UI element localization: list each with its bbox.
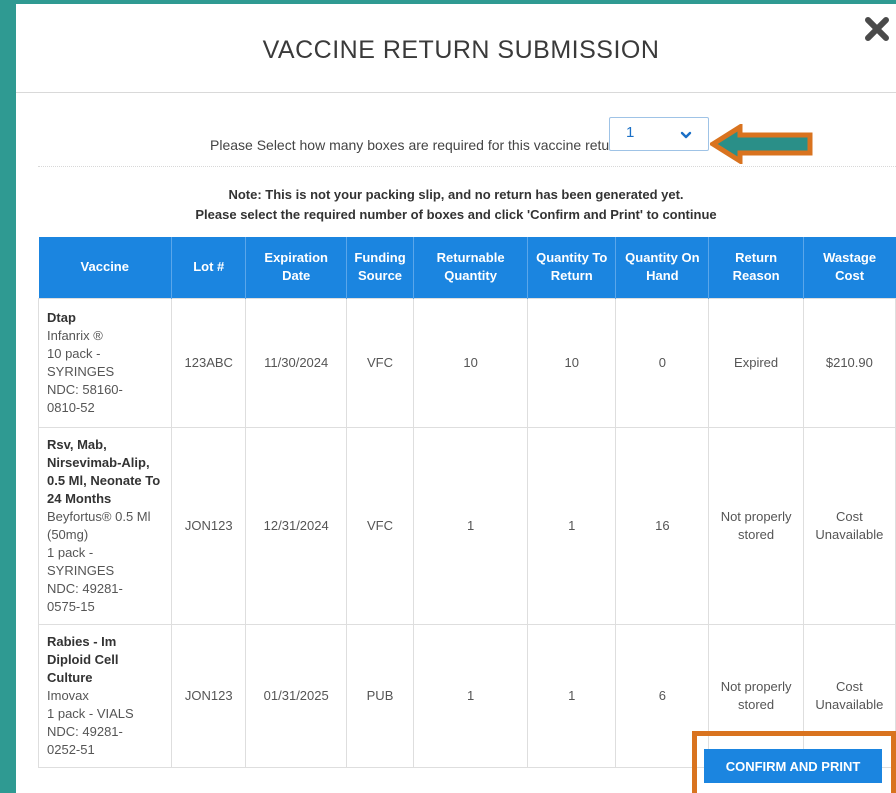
table-row: Dtap Infanrix ® 10 pack - SYRINGES NDC: …	[37, 297, 896, 428]
table-header-row: Vaccine Lot # Expiration Date Funding So…	[38, 237, 896, 298]
vaccine-detail: 0252-51	[47, 741, 95, 757]
vaccine-detail: Imovax	[47, 687, 89, 703]
vaccine-detail: 1 pack - VIALS	[47, 705, 134, 721]
returnable-cell: 1	[413, 426, 529, 625]
funding-cell: VFC	[345, 426, 415, 625]
reason-cell: Not properly stored	[708, 426, 804, 625]
box-count-label: Please Select how many boxes are require…	[210, 137, 626, 153]
box-count-select[interactable]: 1	[609, 117, 709, 151]
lot-cell: JON123	[171, 623, 247, 768]
col-header-funding: Funding Source	[346, 237, 415, 298]
lot-cell: 123ABC	[171, 297, 247, 428]
col-header-qty-return: Quantity To Return	[527, 237, 617, 298]
vaccine-detail: 0810-52	[47, 399, 95, 415]
expiration-cell: 11/30/2024	[245, 297, 347, 428]
confirm-and-print-button[interactable]: CONFIRM AND PRINT	[704, 749, 882, 783]
cost-cell: $210.90	[802, 297, 896, 428]
vaccine-detail: NDC: 58160-	[47, 381, 123, 397]
chevron-down-icon	[680, 127, 692, 145]
reason-cell: Expired	[708, 297, 804, 428]
col-header-reason: Return Reason	[708, 237, 804, 298]
col-header-cost: Wastage Cost	[803, 237, 896, 298]
vaccine-name: Rabies - Im Diploid Cell Culture	[47, 633, 119, 685]
vaccine-detail: Beyfortus® 0.5 Ml	[47, 508, 151, 524]
col-header-qty-hand: Quantity On Hand	[615, 237, 710, 298]
modal-header: VACCINE RETURN SUBMISSION	[16, 4, 896, 93]
note-line-1: Note: This is not your packing slip, and…	[228, 187, 684, 202]
vaccine-name: Rsv, Mab, Nirsevimab-Alip, 0.5 Ml, Neona…	[47, 436, 161, 506]
vaccine-name: Dtap	[47, 309, 76, 325]
returnable-cell: 10	[413, 297, 529, 428]
table-row: Rsv, Mab, Nirsevimab-Alip, 0.5 Ml, Neona…	[37, 426, 896, 625]
returnable-cell: 1	[413, 623, 529, 768]
vaccine-detail: SYRINGES	[47, 363, 115, 379]
vaccine-return-table-wrap: Vaccine Lot # Expiration Date Funding So…	[37, 237, 896, 768]
qty-hand-cell: 0	[615, 297, 710, 428]
funding-cell: PUB	[345, 623, 415, 768]
vaccine-detail: NDC: 49281-	[47, 723, 123, 739]
divider	[38, 166, 896, 167]
vaccine-detail: Infanrix ®	[47, 327, 103, 343]
close-icon[interactable]	[864, 16, 890, 42]
vaccine-return-modal: VACCINE RETURN SUBMISSION Please Select …	[16, 4, 896, 793]
qty-return-cell: 1	[527, 623, 617, 768]
vaccine-detail: 1 pack - SYRINGES	[47, 544, 115, 578]
modal-title: VACCINE RETURN SUBMISSION	[262, 35, 660, 64]
funding-cell: VFC	[345, 297, 415, 428]
vaccine-detail: 10 pack -	[47, 345, 101, 361]
vaccine-cell: Rabies - Im Diploid Cell Culture Imovax …	[37, 623, 173, 768]
packing-slip-note: Note: This is not your packing slip, and…	[16, 185, 896, 225]
vaccine-cell: Rsv, Mab, Nirsevimab-Alip, 0.5 Ml, Neona…	[37, 426, 173, 625]
lot-cell: JON123	[171, 426, 247, 625]
qty-hand-cell: 16	[615, 426, 710, 625]
vaccine-return-table: Vaccine Lot # Expiration Date Funding So…	[37, 237, 896, 768]
vaccine-cell: Dtap Infanrix ® 10 pack - SYRINGES NDC: …	[37, 297, 173, 428]
expiration-cell: 01/31/2025	[245, 623, 347, 768]
vaccine-detail: 0575-15	[47, 598, 95, 614]
arrow-left-icon	[708, 122, 814, 166]
cost-cell: Cost Unavailable	[802, 426, 896, 625]
background-strip	[0, 0, 16, 793]
col-header-expiration: Expiration Date	[245, 237, 347, 298]
vaccine-detail: (50mg)	[47, 526, 89, 542]
qty-return-cell: 10	[527, 297, 617, 428]
vaccine-detail: NDC: 49281-	[47, 580, 123, 596]
note-line-2: Please select the required number of box…	[195, 207, 717, 222]
qty-return-cell: 1	[527, 426, 617, 625]
col-header-lot: Lot #	[171, 237, 247, 298]
box-count-value: 1	[626, 124, 635, 141]
col-header-vaccine: Vaccine	[38, 237, 173, 298]
col-header-returnable: Returnable Quantity	[413, 237, 529, 298]
expiration-cell: 12/31/2024	[245, 426, 347, 625]
